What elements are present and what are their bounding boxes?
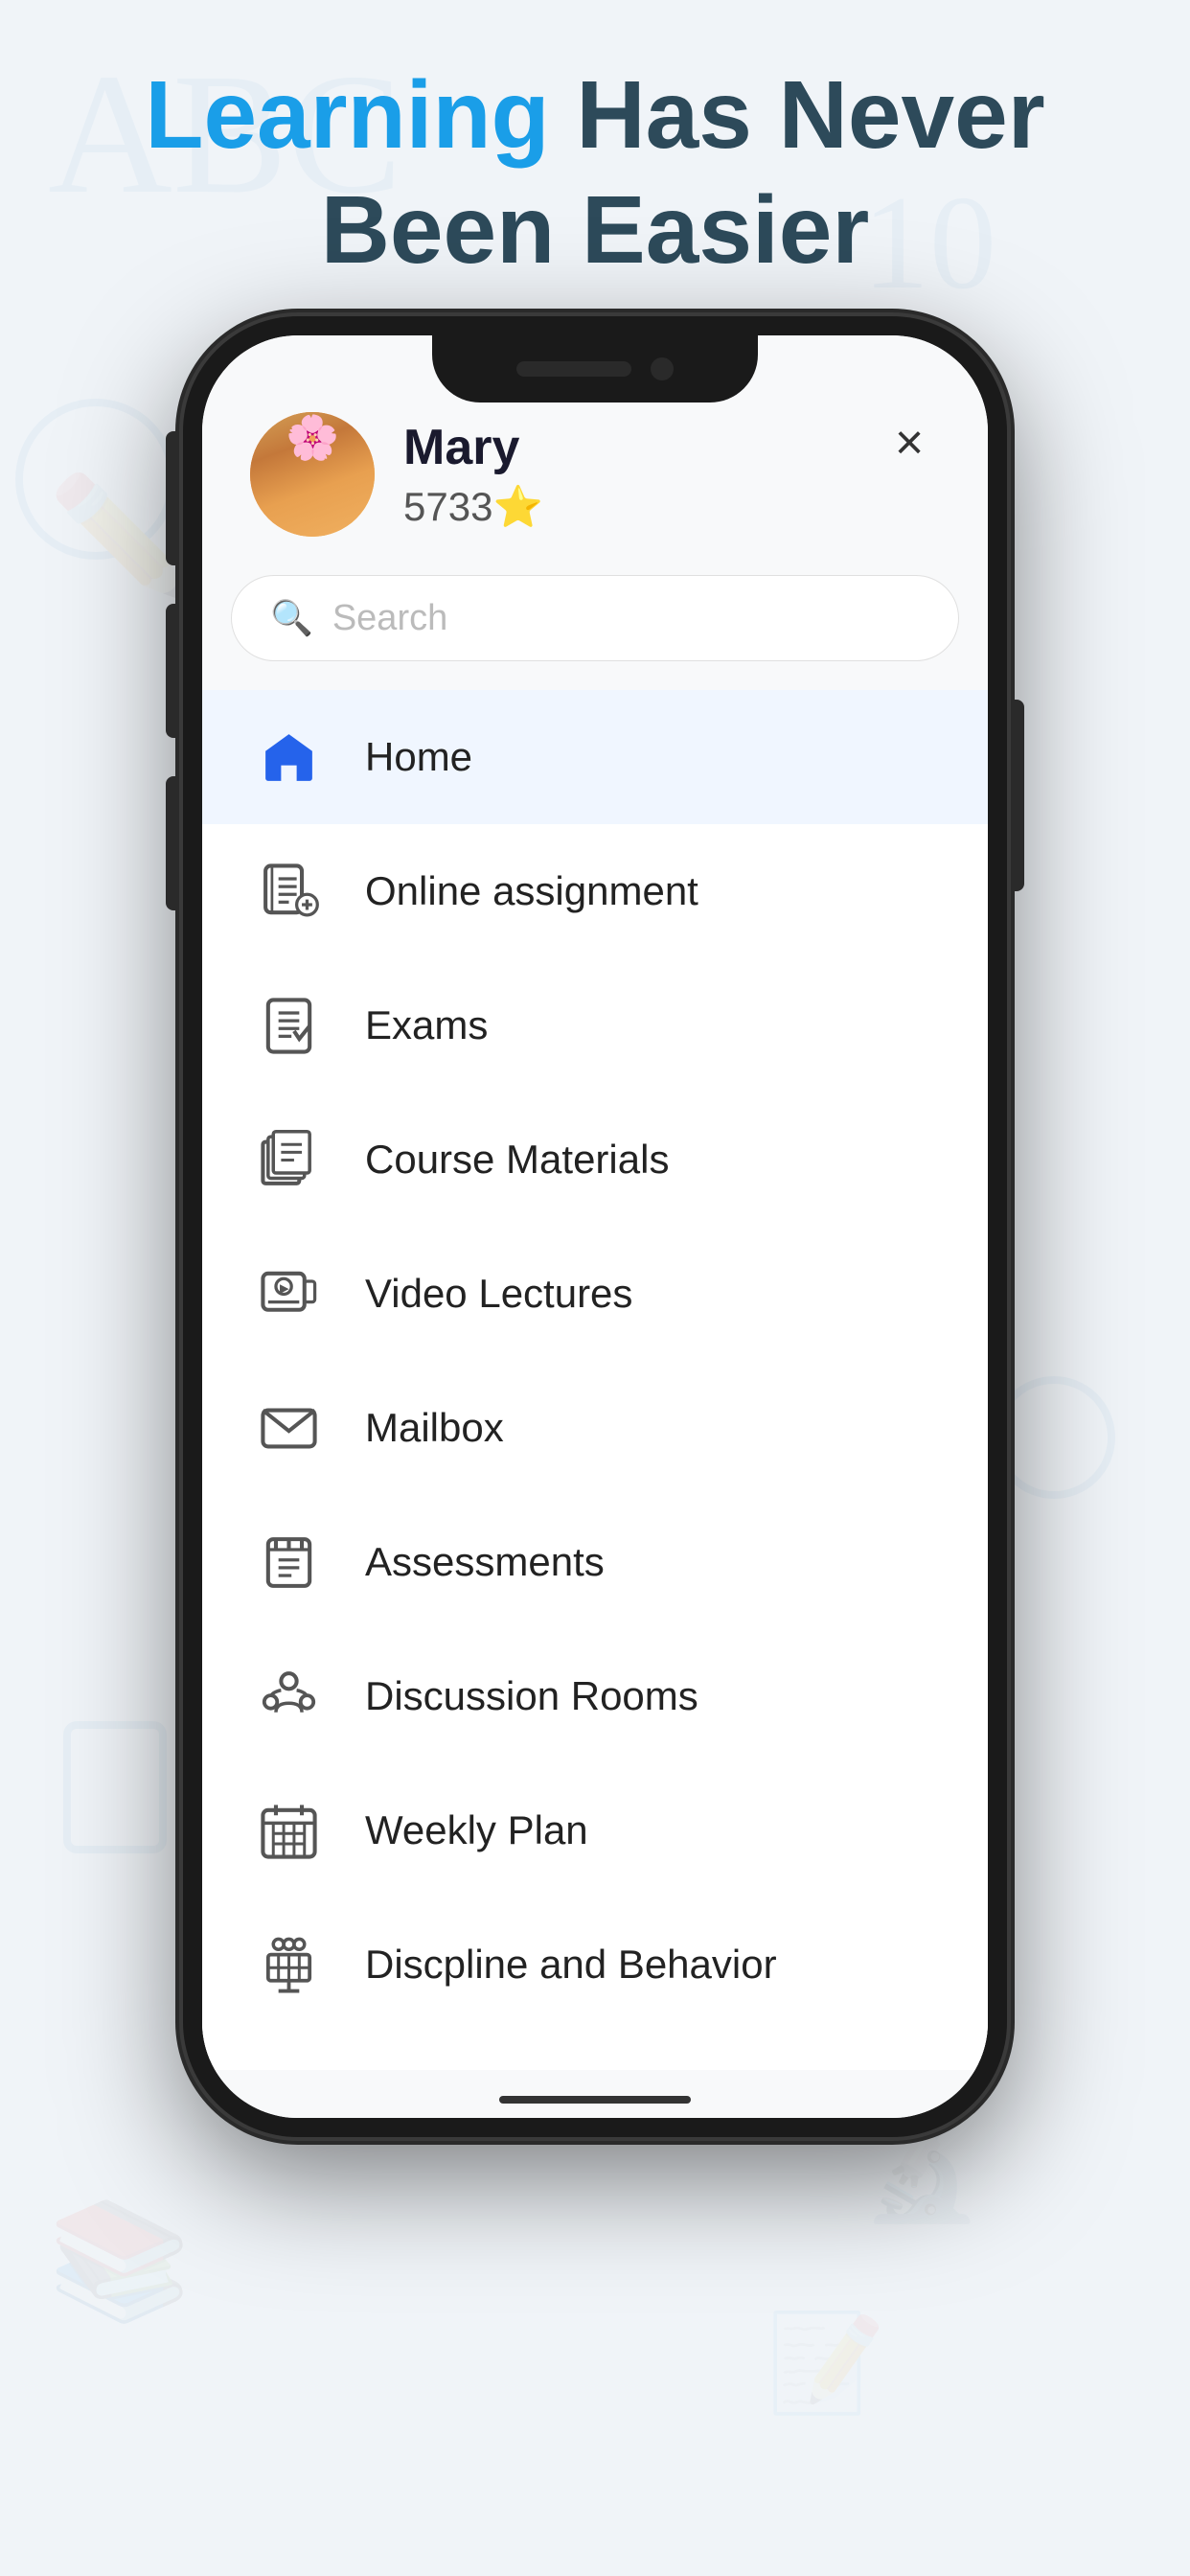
sidebar-item-course-materials[interactable]: Course Materials <box>202 1092 988 1227</box>
discussion-rooms-icon <box>250 1658 327 1735</box>
menu-list: Home <box>202 690 988 2070</box>
home-indicator <box>499 2096 691 2104</box>
user-info: Mary 5733⭐ <box>403 419 543 531</box>
sidebar-item-discipline-behavior[interactable]: Discpline and Behavior <box>202 1898 988 2032</box>
header-rest-line1: Has Never <box>550 61 1045 169</box>
sidebar-item-weekly-plan[interactable]: Weekly Plan <box>202 1763 988 1898</box>
assessments-icon <box>250 1524 327 1600</box>
exams-label: Exams <box>365 1002 488 1048</box>
phone-notch <box>432 335 758 402</box>
search-box[interactable]: 🔍 Search <box>231 575 959 661</box>
exams-icon <box>250 987 327 1064</box>
sidebar-item-exams[interactable]: Exams <box>202 958 988 1092</box>
search-icon: 🔍 <box>270 598 313 638</box>
header-blue-word: Learning <box>145 61 549 169</box>
phone-frame: × Mary 5733⭐ 🔍 Search <box>183 316 1007 2137</box>
close-button[interactable]: × <box>879 412 940 473</box>
sidebar-item-assessments[interactable]: Assessments <box>202 1495 988 1629</box>
discipline-behavior-icon <box>250 1926 327 2003</box>
svg-text:📚: 📚 <box>48 2196 191 2326</box>
home-label: Home <box>365 734 472 780</box>
mailbox-icon <box>250 1390 327 1466</box>
search-container[interactable]: 🔍 Search <box>231 575 959 661</box>
camera <box>651 357 674 380</box>
assessments-label: Assessments <box>365 1539 605 1585</box>
weekly-plan-label: Weekly Plan <box>365 1807 588 1853</box>
sidebar-item-home[interactable]: Home <box>202 690 988 824</box>
user-name: Mary <box>403 419 543 476</box>
header-line2: Been Easier <box>321 176 870 284</box>
avatar <box>250 412 375 537</box>
user-profile: Mary 5733⭐ <box>250 412 543 537</box>
online-assignment-icon <box>250 853 327 930</box>
header-section: Learning Has Never Been Easier <box>0 58 1190 288</box>
svg-text:📝: 📝 <box>767 2309 886 2417</box>
course-materials-icon <box>250 1121 327 1198</box>
speaker <box>516 361 631 377</box>
discussion-rooms-label: Discussion Rooms <box>365 1673 698 1719</box>
screen-content: × Mary 5733⭐ 🔍 Search <box>202 335 988 2118</box>
phone-screen: × Mary 5733⭐ 🔍 Search <box>202 335 988 2118</box>
svg-text:✏️: ✏️ <box>48 467 191 601</box>
video-lectures-label: Video Lectures <box>365 1271 632 1317</box>
mailbox-label: Mailbox <box>365 1405 504 1451</box>
discipline-behavior-label: Discpline and Behavior <box>365 1942 777 1988</box>
sidebar-item-video-lectures[interactable]: Video Lectures <box>202 1227 988 1361</box>
search-placeholder: Search <box>332 598 447 639</box>
online-assignment-label: Online assignment <box>365 868 698 914</box>
user-points: 5733⭐ <box>403 484 543 531</box>
course-materials-label: Course Materials <box>365 1137 669 1183</box>
home-icon <box>250 719 327 795</box>
video-lectures-icon <box>250 1255 327 1332</box>
sidebar-item-mailbox[interactable]: Mailbox <box>202 1361 988 1495</box>
sidebar-item-discussion-rooms[interactable]: Discussion Rooms <box>202 1629 988 1763</box>
sidebar-item-online-assignment[interactable]: Online assignment <box>202 824 988 958</box>
weekly-plan-icon <box>250 1792 327 1869</box>
